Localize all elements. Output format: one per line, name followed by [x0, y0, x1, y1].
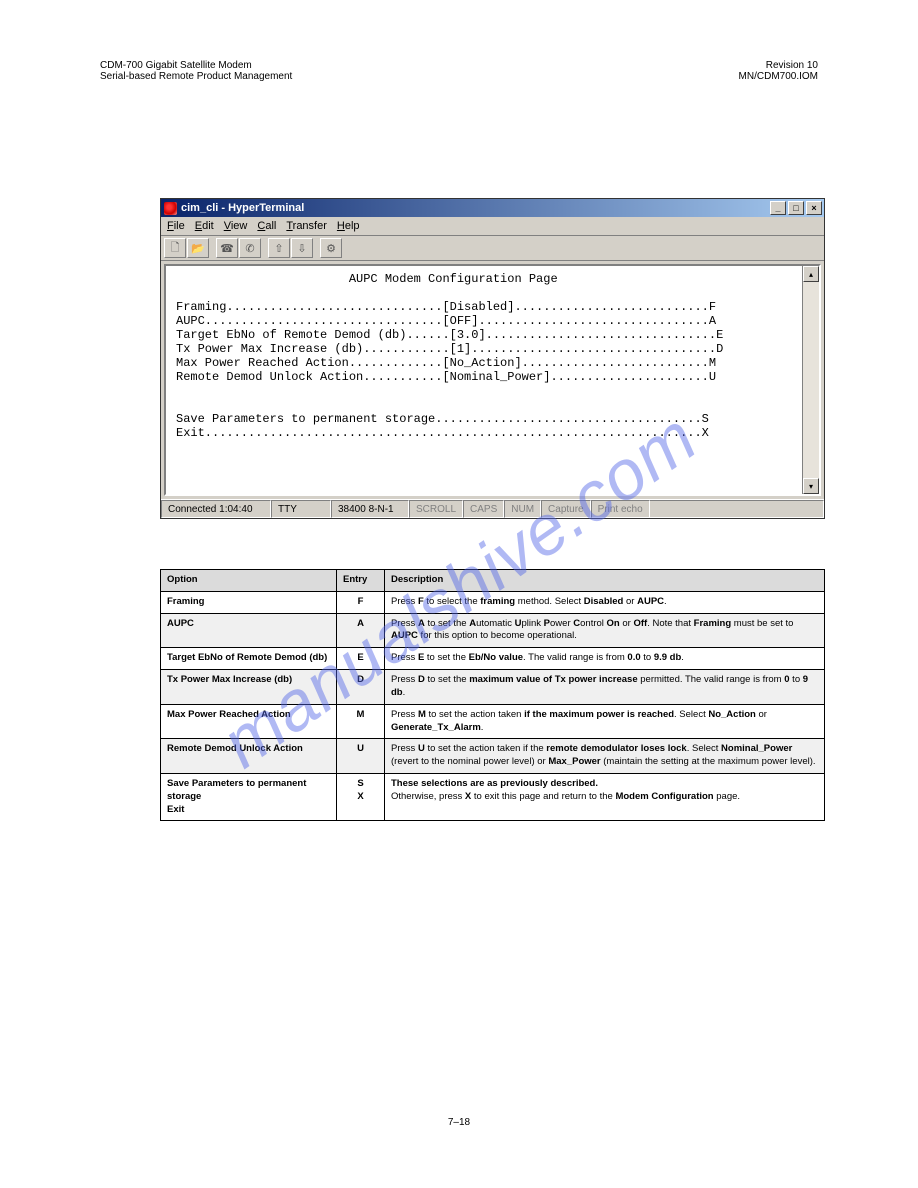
- menu-view[interactable]: View: [224, 220, 248, 232]
- scrollbar[interactable]: ▴ ▾: [802, 266, 819, 494]
- cell-entry: M: [337, 704, 385, 739]
- send-icon[interactable]: ⇧: [268, 238, 290, 258]
- hyperterminal-window: cim_cli - HyperTerminal _ □ × File Edit Vi…: [160, 198, 825, 519]
- status-printecho: Print echo: [591, 500, 650, 518]
- cell-description: Press E to set the Eb/No value. The vali…: [385, 648, 825, 670]
- cell-description: These selections are as previously descr…: [385, 773, 825, 820]
- table-header-row: Option Entry Description: [161, 570, 825, 592]
- cell-option: Max Power Reached Action: [161, 704, 337, 739]
- status-connected: Connected 1:04:40: [161, 500, 271, 518]
- cell-option: AUPC: [161, 613, 337, 648]
- table-row: Save Parameters to permanent storageExit…: [161, 773, 825, 820]
- cell-entry: U: [337, 739, 385, 774]
- scroll-up-button[interactable]: ▴: [803, 266, 819, 282]
- menu-edit[interactable]: Edit: [195, 220, 214, 232]
- menu-transfer[interactable]: Transfer: [286, 220, 327, 232]
- cell-description: Press F to select the framing method. Se…: [385, 591, 825, 613]
- cell-entry: SX: [337, 773, 385, 820]
- status-port: 38400 8-N-1: [331, 500, 409, 518]
- table-row: AUPCAPress A to set the Automatic Uplink…: [161, 613, 825, 648]
- status-caps: CAPS: [463, 500, 504, 518]
- phone-icon[interactable]: ☎: [216, 238, 238, 258]
- status-num: NUM: [504, 500, 541, 518]
- toolbar: 🗋📂 ☎✆ ⇧⇩ ⚙: [161, 236, 824, 261]
- table-row: Max Power Reached ActionMPress M to set …: [161, 704, 825, 739]
- receive-icon[interactable]: ⇩: [291, 238, 313, 258]
- status-scroll: SCROLL: [409, 500, 463, 518]
- statusbar: Connected 1:04:40 TTY 38400 8-N-1 SCROLL…: [161, 499, 824, 518]
- parameter-table: Option Entry Description FramingFPress F…: [160, 569, 825, 821]
- hangup-icon[interactable]: ✆: [239, 238, 261, 258]
- table-row: FramingFPress F to select the framing me…: [161, 591, 825, 613]
- cell-description: Press U to set the action taken if the r…: [385, 739, 825, 774]
- header-left: CDM-700 Gigabit Satellite Modem: [100, 60, 292, 71]
- cell-entry: A: [337, 613, 385, 648]
- col-option: Option: [161, 570, 337, 592]
- cell-description: Press M to set the action taken if the m…: [385, 704, 825, 739]
- header-right: Revision 10: [739, 60, 818, 71]
- cell-option: Target EbNo of Remote Demod (db): [161, 648, 337, 670]
- cell-entry: D: [337, 670, 385, 705]
- header-sub-left: Serial-based Remote Product Management: [100, 71, 292, 82]
- col-entry: Entry: [337, 570, 385, 592]
- table-body: FramingFPress F to select the framing me…: [161, 591, 825, 821]
- scroll-down-button[interactable]: ▾: [803, 478, 819, 494]
- status-emulation: TTY: [271, 500, 331, 518]
- status-filler: [650, 500, 824, 518]
- cell-description: Press D to set the maximum value of Tx p…: [385, 670, 825, 705]
- menu-help[interactable]: Help: [337, 220, 360, 232]
- table-row: Tx Power Max Increase (db)DPress D to se…: [161, 670, 825, 705]
- cell-option: Tx Power Max Increase (db): [161, 670, 337, 705]
- cell-option: Save Parameters to permanent storageExit: [161, 773, 337, 820]
- app-icon: [164, 202, 177, 215]
- table-row: Target EbNo of Remote Demod (db)EPress E…: [161, 648, 825, 670]
- cell-entry: F: [337, 591, 385, 613]
- scroll-track[interactable]: [803, 282, 819, 478]
- table-row: Remote Demod Unlock ActionUPress U to se…: [161, 739, 825, 774]
- cell-entry: E: [337, 648, 385, 670]
- window-title: cim_cli - HyperTerminal: [181, 202, 770, 214]
- terminal: AUPC Modem Configuration Page Framing...…: [164, 264, 821, 496]
- menubar: File Edit View Call Transfer Help: [161, 217, 824, 236]
- terminal-output: AUPC Modem Configuration Page Framing...…: [166, 266, 819, 444]
- cell-description: Press A to set the Automatic Uplink Powe…: [385, 613, 825, 648]
- menu-file[interactable]: File: [167, 220, 185, 232]
- maximize-button[interactable]: □: [788, 201, 804, 215]
- close-button[interactable]: ×: [806, 201, 822, 215]
- header-sub-right: MN/CDM700.IOM: [739, 71, 818, 82]
- menu-call[interactable]: Call: [257, 220, 276, 232]
- page-number: 7–18: [0, 1117, 918, 1128]
- titlebar: cim_cli - HyperTerminal _ □ ×: [161, 199, 824, 217]
- col-desc: Description: [385, 570, 825, 592]
- cell-option: Framing: [161, 591, 337, 613]
- properties-icon[interactable]: ⚙: [320, 238, 342, 258]
- new-doc-icon[interactable]: 🗋: [164, 238, 186, 258]
- minimize-button[interactable]: _: [770, 201, 786, 215]
- open-icon[interactable]: 📂: [187, 238, 209, 258]
- cell-option: Remote Demod Unlock Action: [161, 739, 337, 774]
- page-header: CDM-700 Gigabit Satellite Modem Serial-b…: [100, 60, 818, 82]
- status-capture: Capture: [541, 500, 591, 518]
